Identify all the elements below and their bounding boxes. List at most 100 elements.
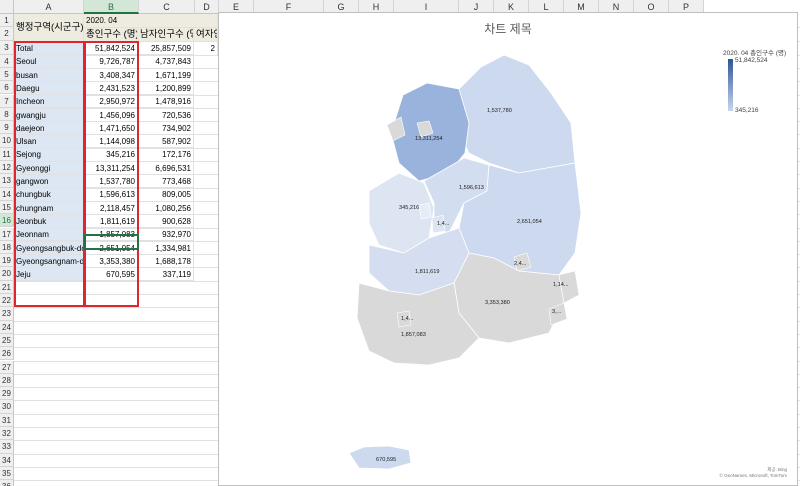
column-header-b[interactable]: B <box>84 0 139 14</box>
select-all-corner[interactable] <box>0 0 14 14</box>
male-population-cell[interactable]: 900,628 <box>138 214 194 229</box>
region-name-cell[interactable]: chungnam <box>14 201 84 215</box>
region-name-cell[interactable]: Jeju <box>14 268 84 282</box>
total-population-cell[interactable]: 1,456,096 <box>84 108 138 122</box>
cell-c2[interactable]: 남자인구수 (명) <box>138 28 194 42</box>
row-header-23[interactable]: 23 <box>0 307 14 321</box>
row-header-30[interactable]: 30 <box>0 400 14 414</box>
male-population-cell[interactable]: 1,478,916 <box>138 95 194 109</box>
total-population-cell[interactable]: 670,595 <box>84 268 138 282</box>
male-population-cell[interactable]: 734,902 <box>138 121 194 136</box>
total-population-cell[interactable]: 2,118,457 <box>84 201 138 215</box>
row-header-17[interactable]: 17 <box>0 227 14 241</box>
total-population-cell[interactable]: 1,596,613 <box>84 188 138 202</box>
row-header-11[interactable]: 11 <box>0 147 14 161</box>
male-population-cell[interactable]: 932,970 <box>138 228 194 242</box>
total-population-cell[interactable]: 2,950,972 <box>84 95 138 109</box>
male-population-cell[interactable]: 1,688,178 <box>138 254 194 269</box>
row-header-20[interactable]: 20 <box>0 267 14 281</box>
region-name-cell[interactable]: Sejong <box>14 148 84 162</box>
total-population-cell[interactable]: 1,144,098 <box>84 135 138 149</box>
row-header-4[interactable]: 4 <box>0 54 14 68</box>
row-header-21[interactable]: 21 <box>0 280 14 294</box>
male-population-cell[interactable]: 587,902 <box>138 135 194 149</box>
region-name-cell[interactable]: Seoul <box>14 55 84 69</box>
column-header-a[interactable]: A <box>14 0 84 14</box>
male-population-cell[interactable]: 1,334,981 <box>138 241 194 255</box>
row-header-35[interactable]: 35 <box>0 466 14 481</box>
column-header-c[interactable]: C <box>139 0 195 14</box>
row-header-25[interactable]: 25 <box>0 333 14 348</box>
total-population-cell[interactable]: 1,811,619 <box>84 214 138 229</box>
row-header-10[interactable]: 10 <box>0 134 14 148</box>
row-header-8[interactable]: 8 <box>0 107 14 122</box>
male-population-cell[interactable]: 1,080,256 <box>138 201 194 215</box>
region-name-cell[interactable]: Jeonbuk <box>14 214 84 229</box>
row-header-3[interactable]: 3 <box>0 41 14 55</box>
row-header-34[interactable]: 34 <box>0 453 14 467</box>
total-population-cell[interactable]: 13,311,254 <box>84 161 138 175</box>
row-header-7[interactable]: 7 <box>0 94 14 108</box>
region-name-cell[interactable]: Gyeonggi <box>14 161 84 175</box>
male-population-cell[interactable]: 172,176 <box>138 148 194 162</box>
total-population-cell[interactable]: 51,842,524 <box>84 42 138 56</box>
region-name-cell[interactable]: Jeonnam <box>14 228 84 242</box>
row-header-22[interactable]: 22 <box>0 294 14 308</box>
region-name-cell[interactable]: Gyeongsangbuk-do <box>14 241 84 255</box>
male-population-cell[interactable]: 25,857,509 <box>138 42 194 56</box>
total-population-cell[interactable]: 9,726,787 <box>84 55 138 69</box>
row-header-26[interactable]: 26 <box>0 347 14 361</box>
row-header-29[interactable]: 29 <box>0 387 14 401</box>
male-population-cell[interactable]: 720,536 <box>138 108 194 122</box>
region-name-cell[interactable]: chungbuk <box>14 188 84 202</box>
row-header-9[interactable]: 9 <box>0 121 14 135</box>
male-population-cell[interactable]: 4,737,843 <box>138 55 194 69</box>
total-population-cell[interactable]: 1,471,650 <box>84 121 138 136</box>
total-population-cell[interactable]: 3,353,380 <box>84 254 138 269</box>
row-header-32[interactable]: 32 <box>0 427 14 441</box>
row-header-36[interactable]: 36 <box>0 480 14 486</box>
region-name-cell[interactable]: Incheon <box>14 95 84 109</box>
cell-b1[interactable]: 2020. 04 <box>84 14 218 28</box>
total-population-cell[interactable]: 345,216 <box>84 148 138 162</box>
row-header-14[interactable]: 14 <box>0 187 14 201</box>
column-header-d[interactable]: D <box>195 0 219 14</box>
region-name-cell[interactable]: Ulsan <box>14 135 84 149</box>
row-header-33[interactable]: 33 <box>0 440 14 454</box>
row-header-5[interactable]: 5 <box>0 67 14 82</box>
row-header-27[interactable]: 27 <box>0 360 14 374</box>
map-chart[interactable]: 차트 제목 2020. 04 총인구수 (명) 51,842,524 345,2… <box>218 12 798 486</box>
region-name-cell[interactable]: busan <box>14 68 84 82</box>
row-header-16[interactable]: 16 <box>0 214 14 228</box>
total-population-cell[interactable]: 3,408,347 <box>84 68 138 82</box>
row-header-1[interactable]: 1 <box>0 14 14 28</box>
region-name-cell[interactable]: daejeon <box>14 121 84 136</box>
total-population-cell[interactable]: 2,431,523 <box>84 81 138 96</box>
male-population-cell[interactable]: 1,200,899 <box>138 81 194 96</box>
cell-d3[interactable]: 2 <box>194 42 218 56</box>
male-population-cell[interactable]: 773,468 <box>138 175 194 189</box>
row-header-31[interactable]: 31 <box>0 413 14 427</box>
row-header-6[interactable]: 6 <box>0 81 14 95</box>
male-population-cell[interactable]: 809,005 <box>138 188 194 202</box>
region-name-cell[interactable]: gwangju <box>14 108 84 122</box>
total-population-cell[interactable]: 1,537,780 <box>84 175 138 189</box>
male-population-cell[interactable]: 6,696,531 <box>138 161 194 175</box>
cell-d2[interactable]: 여자인구수 (명) <box>194 28 218 42</box>
cell-a1[interactable]: 행정구역(시군구) <box>14 14 84 42</box>
row-header-24[interactable]: 24 <box>0 320 14 334</box>
row-header-19[interactable]: 19 <box>0 254 14 268</box>
row-header-13[interactable]: 13 <box>0 174 14 188</box>
region-name-cell[interactable]: Daegu <box>14 81 84 96</box>
row-header-12[interactable]: 12 <box>0 161 14 175</box>
row-header-2[interactable]: 2 <box>0 27 14 42</box>
row-header-15[interactable]: 15 <box>0 200 14 215</box>
male-population-cell[interactable]: 337,119 <box>138 268 194 282</box>
region-name-cell[interactable]: Gyeongsangnam-do <box>14 254 84 269</box>
row-header-18[interactable]: 18 <box>0 240 14 255</box>
row-header-28[interactable]: 28 <box>0 373 14 388</box>
region-name-cell[interactable]: Total <box>14 42 84 56</box>
male-population-cell[interactable]: 1,671,199 <box>138 68 194 82</box>
region-name-cell[interactable]: gangwon <box>14 175 84 189</box>
cell-b2[interactable]: 총인구수 (명) <box>84 28 138 42</box>
